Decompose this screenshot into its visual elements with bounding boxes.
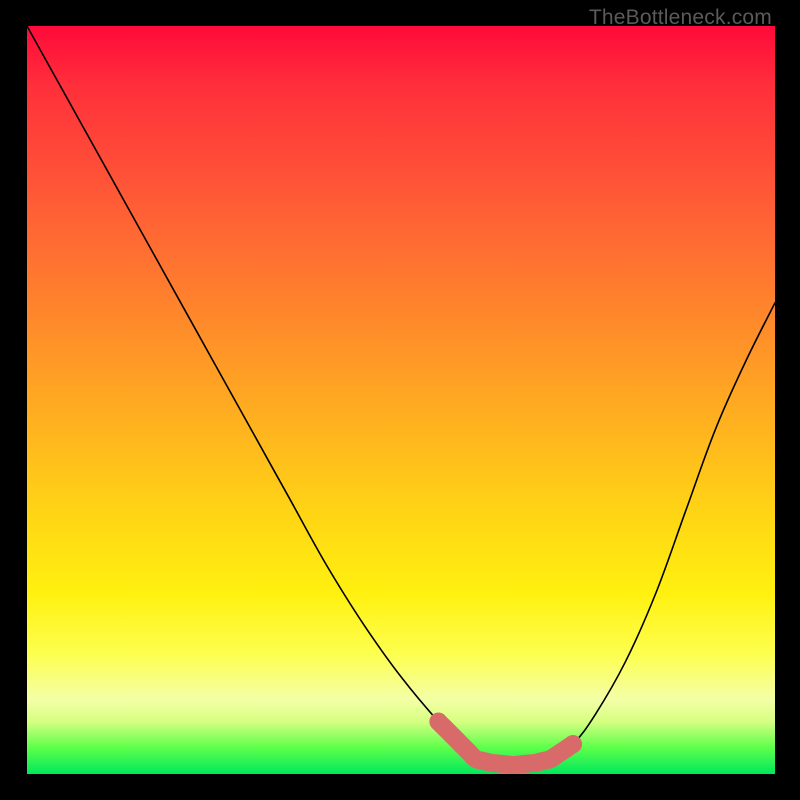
watermark-text: TheBottleneck.com	[589, 6, 772, 30]
optimal-range-end-dot	[564, 735, 582, 753]
optimal-range-start-dot	[429, 713, 447, 731]
optimal-range-highlight	[429, 713, 582, 765]
chart-stage: TheBottleneck.com	[0, 0, 800, 800]
chart-svg-layer	[27, 26, 775, 774]
bottleneck-curve	[27, 26, 775, 765]
